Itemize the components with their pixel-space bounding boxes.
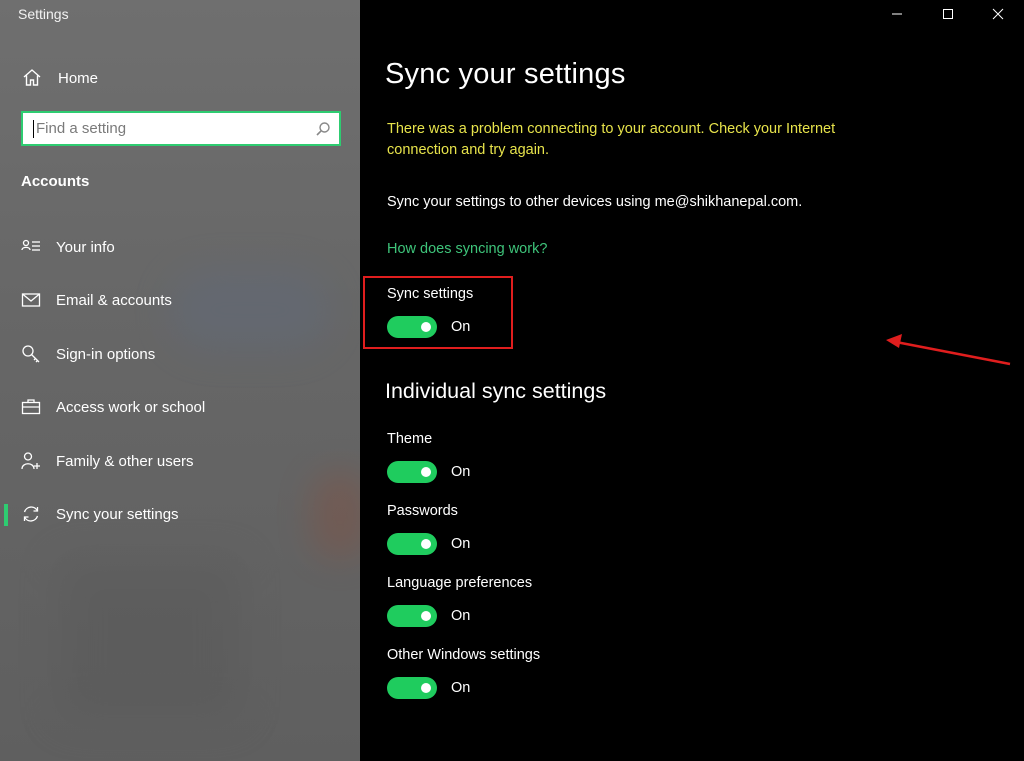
- sync-settings-toggle[interactable]: [387, 316, 437, 338]
- search-box[interactable]: [21, 111, 341, 146]
- search-input[interactable]: [34, 120, 306, 137]
- sidebar-item-label: Access work or school: [56, 398, 206, 416]
- maximize-icon: [943, 9, 953, 19]
- toggle-state: On: [451, 536, 471, 552]
- person-card-icon: [21, 239, 40, 251]
- red-arrow-annotation: [886, 334, 1011, 366]
- language-preferences-label: Language preferences: [387, 575, 533, 591]
- blurred-background: [60, 560, 240, 720]
- toggle-state: On: [451, 680, 471, 696]
- language-preferences-toggle[interactable]: [387, 605, 437, 627]
- sync-icon: [23, 506, 39, 522]
- toggle-state: On: [451, 464, 471, 480]
- key-icon: [22, 345, 40, 363]
- minimize-icon: [892, 13, 902, 15]
- toggle-state: On: [451, 608, 471, 624]
- sidebar-item-label: Email & accounts: [56, 291, 172, 309]
- other-windows-settings-toggle-row: On: [387, 677, 470, 699]
- sidebar-item-family-users[interactable]: Family & other users: [0, 443, 360, 479]
- passwords-label: Passwords: [387, 503, 458, 519]
- search-icon[interactable]: [315, 121, 331, 137]
- sync-description: Sync your settings to other devices usin…: [387, 194, 803, 210]
- sidebar-item-label: Your info: [56, 238, 115, 256]
- toggle-knob: [421, 539, 431, 549]
- section-heading: Accounts: [21, 173, 90, 190]
- minimize-button[interactable]: [882, 4, 912, 24]
- toggle-knob: [421, 611, 431, 621]
- sidebar-item-label: Home: [58, 69, 99, 87]
- sidebar-item-sign-in-options[interactable]: Sign-in options: [0, 336, 360, 372]
- page-title: Sync your settings: [385, 58, 626, 90]
- connection-warning: There was a problem connecting to your a…: [387, 121, 836, 158]
- toggle-knob: [421, 467, 431, 477]
- theme-label: Theme: [387, 431, 433, 447]
- toggle-state: On: [451, 319, 471, 335]
- close-icon: [992, 8, 1004, 20]
- mail-icon: [21, 293, 41, 307]
- sidebar-item-label: Family & other users: [56, 452, 194, 470]
- passwords-toggle[interactable]: [387, 533, 437, 555]
- other-windows-settings-toggle[interactable]: [387, 677, 437, 699]
- toggle-knob: [421, 322, 431, 332]
- main-panel: Sync your settings There was a problem c…: [360, 0, 1024, 761]
- sidebar-item-home[interactable]: Home: [22, 66, 98, 90]
- sync-settings-toggle-row: On: [387, 316, 470, 338]
- other-windows-settings-label: Other Windows settings: [387, 647, 541, 663]
- app-title: Settings: [18, 6, 69, 22]
- close-button[interactable]: [983, 4, 1013, 24]
- sidebar-item-sync-settings[interactable]: Sync your settings: [0, 496, 360, 532]
- briefcase-icon: [21, 399, 41, 415]
- theme-toggle[interactable]: [387, 461, 437, 483]
- sidebar-item-label: Sign-in options: [56, 345, 156, 363]
- individual-sync-heading: Individual sync settings: [385, 379, 607, 403]
- sidebar-item-access-work[interactable]: Access work or school: [0, 389, 360, 425]
- how-syncing-works-link[interactable]: How does syncing work?: [387, 241, 547, 257]
- sync-settings-label: Sync settings: [387, 286, 474, 302]
- theme-toggle-row: On: [387, 461, 470, 483]
- sidebar-item-email-accounts[interactable]: Email & accounts: [0, 282, 360, 318]
- home-icon: [23, 69, 41, 86]
- maximize-button[interactable]: [933, 4, 963, 24]
- person-add-icon: [21, 452, 40, 470]
- sidebar: Settings Home Accounts Your info Email &: [0, 0, 360, 761]
- toggle-knob: [421, 683, 431, 693]
- sidebar-item-label: Sync your settings: [56, 505, 179, 523]
- passwords-toggle-row: On: [387, 533, 470, 555]
- sidebar-item-your-info[interactable]: Your info: [0, 229, 360, 265]
- language-preferences-toggle-row: On: [387, 605, 470, 627]
